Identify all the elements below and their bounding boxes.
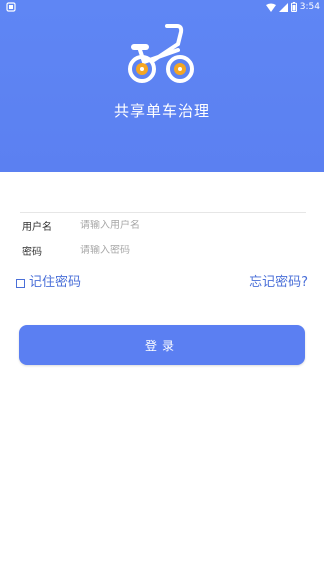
bicycle-icon	[128, 24, 194, 83]
username-row: 用户名	[20, 212, 306, 237]
login-screen: 3:54 共享单车治理 用户名 密码	[0, 0, 324, 576]
remember-checkbox[interactable]	[16, 278, 25, 288]
username-label: 用户名	[22, 221, 52, 233]
username-input[interactable]	[80, 219, 306, 231]
status-bar: 3:54	[0, 0, 324, 14]
signal-icon	[278, 2, 288, 12]
password-input[interactable]	[80, 244, 306, 256]
notification-icon	[6, 2, 16, 12]
header-banner: 3:54 共享单车治理	[0, 0, 324, 172]
password-label: 密码	[22, 246, 42, 258]
remember-label: 记住密码	[29, 275, 82, 290]
forgot-password-link[interactable]: 忘记密码?	[249, 274, 308, 292]
app-title: 共享单车治理	[113, 102, 210, 120]
status-time: 3:54	[299, 2, 320, 12]
battery-icon	[290, 2, 297, 12]
status-icons: 3:54	[265, 0, 320, 14]
remember-password-toggle[interactable]: 记住密码	[16, 274, 81, 292]
login-button[interactable]: 登录	[19, 325, 305, 365]
wifi-icon	[265, 3, 276, 12]
password-row: 密码	[20, 238, 306, 262]
